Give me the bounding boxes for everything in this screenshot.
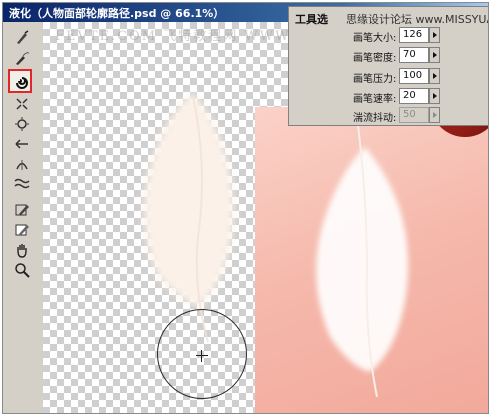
photo-preview (255, 107, 488, 413)
brush-rate-row: 画笔速率: 20 (289, 88, 488, 106)
site-label: 思缘设计论坛 www.MISSYUAN.COM (346, 13, 488, 26)
brush-rate-field[interactable]: 20 (399, 88, 429, 104)
brush-size-field[interactable]: 126 (399, 27, 429, 43)
crosshair-icon (196, 355, 208, 356)
brush-cursor-circle (157, 309, 247, 399)
push-left-tool-icon[interactable] (11, 135, 33, 153)
tool-options-panel: 工具选 思缘设计论坛 www.MISSYUAN.COM 画笔大小: 126 画笔… (288, 6, 488, 126)
reconstruct-tool-icon[interactable] (11, 49, 33, 67)
brush-density-label: 画笔密度: (353, 53, 397, 64)
brush-rate-label: 画笔速率: (353, 94, 397, 105)
window-title: 液化（人物面部轮廓路径.psd @ 66.1%） (9, 7, 225, 20)
liquify-window: 液化（人物面部轮廓路径.psd @ 66.1%） FEVTE.COM 飞特教程网… (2, 2, 489, 414)
feather-layer (144, 92, 234, 343)
twirl-clockwise-tool-icon[interactable] (8, 69, 32, 93)
mirror-tool-icon[interactable] (11, 155, 33, 173)
zoom-tool-icon[interactable] (11, 261, 33, 279)
liquify-toolbar (7, 25, 39, 411)
turbulent-jitter-label: 湍流抖动: (353, 113, 397, 124)
brush-size-label: 画笔大小: (353, 33, 397, 44)
turbulence-tool-icon[interactable] (11, 175, 33, 193)
crosshair-vertical (201, 350, 202, 362)
brush-pressure-field[interactable]: 100 (399, 68, 429, 84)
brush-density-arrow-icon[interactable] (429, 47, 440, 63)
forward-warp-tool-icon[interactable] (11, 29, 33, 47)
thaw-mask-tool-icon[interactable] (11, 221, 33, 239)
pucker-tool-icon[interactable] (11, 95, 33, 113)
brush-density-field[interactable]: 70 (399, 47, 429, 63)
brush-rate-arrow-icon[interactable] (429, 88, 440, 104)
brush-pressure-row: 画笔压力: 100 (289, 68, 488, 86)
turbulent-jitter-row: 湍流抖动: 50 (289, 107, 488, 125)
tool-options-title: 工具选 (295, 13, 328, 26)
brush-pressure-arrow-icon[interactable] (429, 68, 440, 84)
brush-density-row: 画笔密度: 70 (289, 47, 488, 65)
feather-photo (316, 117, 409, 397)
brush-size-row: 画笔大小: 126 (289, 27, 488, 45)
turbulent-jitter-arrow-icon (429, 107, 440, 123)
brush-size-arrow-icon[interactable] (429, 27, 440, 43)
hand-tool-icon[interactable] (11, 241, 33, 259)
brush-pressure-label: 画笔压力: (353, 74, 397, 85)
turbulent-jitter-field: 50 (399, 107, 429, 123)
bloat-tool-icon[interactable] (11, 115, 33, 133)
freeze-mask-tool-icon[interactable] (11, 201, 33, 219)
